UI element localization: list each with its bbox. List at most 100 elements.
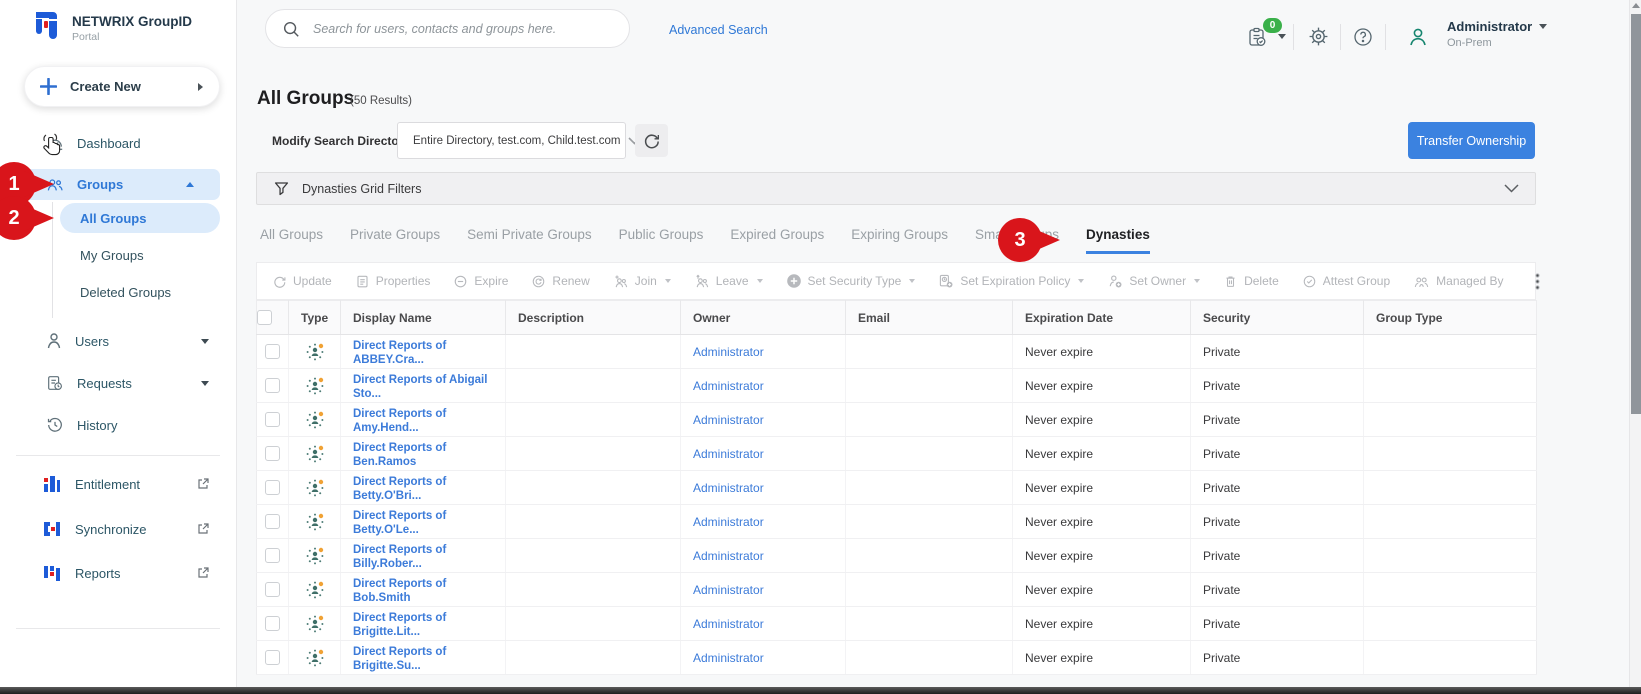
group-name-link[interactable]: Direct Reports of Billy.Rober...: [353, 544, 446, 570]
user-name: Administrator: [1447, 19, 1533, 34]
type-cell: [288, 470, 341, 505]
set-expiration-policy-button[interactable]: Set Expiration Policy: [938, 273, 1085, 289]
row-checkbox[interactable]: [265, 378, 280, 394]
tab-expired-groups[interactable]: Expired Groups: [730, 227, 824, 254]
owner-link[interactable]: Administrator: [693, 617, 764, 631]
row-checkbox[interactable]: [265, 548, 280, 564]
owner-cell: Administrator: [680, 504, 846, 539]
managed-by-button[interactable]: Managed By: [1413, 274, 1504, 289]
search-input[interactable]: [313, 21, 615, 36]
page-title: All Groups: [257, 88, 355, 109]
row-checkbox[interactable]: [265, 514, 280, 530]
row-checkbox[interactable]: [265, 582, 280, 598]
row-checkbox[interactable]: [265, 446, 280, 462]
delete-button[interactable]: Delete: [1223, 274, 1279, 289]
owner-link[interactable]: Administrator: [693, 447, 764, 461]
column-header[interactable]: Owner: [680, 300, 846, 335]
sidebar-item-dashboard[interactable]: Dashboard: [0, 131, 237, 155]
column-header[interactable]: Group Type: [1363, 300, 1537, 335]
cursor-hand-icon: [42, 133, 66, 159]
expiration-date-cell: Never expire: [1012, 538, 1191, 573]
group-name-link[interactable]: Direct Reports of Brigitte.Lit...: [353, 612, 446, 638]
tab-semi-private-groups[interactable]: Semi Private Groups: [467, 227, 592, 254]
tasks-icon[interactable]: 0: [1246, 18, 1282, 48]
column-header[interactable]: Display Name: [340, 300, 506, 335]
group-name-link[interactable]: Direct Reports of Abigail Sto...: [353, 374, 487, 400]
owner-link[interactable]: Administrator: [693, 583, 764, 597]
group-name-link[interactable]: Direct Reports of Amy.Hend...: [353, 408, 446, 434]
join-button[interactable]: Join: [613, 274, 671, 289]
set-security-type-button[interactable]: Set Security Type: [786, 273, 916, 289]
row-checkbox[interactable]: [265, 616, 280, 632]
set-owner-button[interactable]: Set Owner: [1107, 273, 1201, 289]
column-header[interactable]: Type: [288, 300, 341, 335]
attest-group-button[interactable]: Attest Group: [1302, 274, 1390, 289]
leave-button[interactable]: Leave: [694, 274, 763, 289]
column-header[interactable]: Description: [505, 300, 681, 335]
sidebar-item-all-groups[interactable]: All Groups: [60, 203, 220, 233]
user-icon[interactable]: [1408, 26, 1428, 48]
vertical-scrollbar[interactable]: [1629, 0, 1641, 687]
row-checkbox[interactable]: [265, 344, 280, 360]
scrollbar-thumb[interactable]: [1631, 14, 1641, 414]
expire-button[interactable]: Expire: [453, 274, 508, 289]
table-row: Direct Reports of ABBEY.Cra... Administr…: [256, 334, 1537, 369]
brand-logo[interactable]: NETWRIX GroupID Portal: [34, 11, 192, 43]
group-name-link[interactable]: Direct Reports of Brigitte.Su...: [353, 646, 446, 672]
help-icon[interactable]: [1353, 27, 1373, 47]
owner-link[interactable]: Administrator: [693, 379, 764, 393]
sidebar-item-label: Synchronize: [75, 521, 147, 537]
refresh-button[interactable]: [635, 124, 668, 157]
group-name-link[interactable]: Direct Reports of Bob.Smith: [353, 578, 446, 604]
renew-button[interactable]: Renew: [531, 274, 590, 289]
sidebar-item-my-groups[interactable]: My Groups: [60, 243, 220, 267]
row-checkbox[interactable]: [265, 480, 280, 496]
create-new-button[interactable]: Create New: [24, 66, 220, 107]
grid-filters-bar[interactable]: Dynasties Grid Filters: [256, 172, 1536, 205]
owner-link[interactable]: Administrator: [693, 481, 764, 495]
topbar-divider: [1385, 24, 1386, 50]
group-name-link[interactable]: Direct Reports of ABBEY.Cra...: [353, 340, 446, 366]
group-name-link[interactable]: Direct Reports of Betty.O'Bri...: [353, 476, 446, 502]
column-header[interactable]: Security: [1190, 300, 1364, 335]
update-button[interactable]: Update: [272, 274, 332, 289]
annotation-marker-3: 3: [998, 218, 1042, 262]
tab-private-groups[interactable]: Private Groups: [350, 227, 440, 254]
group-name-link[interactable]: Direct Reports of Betty.O'Le...: [353, 510, 446, 536]
advanced-search-link[interactable]: Advanced Search: [669, 23, 768, 37]
table-row: Direct Reports of Amy.Hend... Administra…: [256, 402, 1537, 437]
user-menu[interactable]: Administrator On-Prem: [1447, 19, 1548, 49]
dynasty-group-icon: [289, 511, 340, 533]
owner-link[interactable]: Administrator: [693, 651, 764, 665]
properties-button[interactable]: Properties: [355, 274, 430, 289]
transfer-ownership-button[interactable]: Transfer Ownership: [1408, 122, 1535, 159]
owner-link[interactable]: Administrator: [693, 413, 764, 427]
column-header[interactable]: Email: [845, 300, 1013, 335]
security-cell: Private: [1190, 402, 1364, 437]
tab-public-groups[interactable]: Public Groups: [619, 227, 704, 254]
group-name-link[interactable]: Direct Reports of Ben.Ramos: [353, 442, 446, 468]
search-icon: [282, 20, 300, 38]
row-checkbox[interactable]: [265, 412, 280, 428]
sidebar-item-deleted-groups[interactable]: Deleted Groups: [60, 280, 220, 304]
gear-icon[interactable]: [1308, 26, 1329, 47]
select-all-checkbox[interactable]: [257, 310, 272, 326]
column-header[interactable]: Expiration Date: [1012, 300, 1191, 335]
tab-all-groups[interactable]: All Groups: [260, 227, 323, 254]
scroll-up-arrow-icon[interactable]: [1632, 3, 1640, 8]
directory-select[interactable]: Entire Directory, test.com, Child.test.c…: [397, 122, 642, 159]
sidebar-item-requests[interactable]: Requests: [0, 371, 237, 395]
owner-link[interactable]: Administrator: [693, 345, 764, 359]
row-checkbox[interactable]: [265, 650, 280, 666]
sidebar-item-reports[interactable]: Reports: [0, 561, 237, 585]
sidebar-item-synchronize[interactable]: Synchronize: [0, 517, 237, 541]
caret-down-icon[interactable]: [1278, 34, 1286, 39]
tab-expiring-groups[interactable]: Expiring Groups: [851, 227, 948, 254]
sidebar-item-history[interactable]: History: [0, 413, 237, 437]
tab-dynasties[interactable]: Dynasties: [1086, 227, 1150, 254]
owner-link[interactable]: Administrator: [693, 549, 764, 563]
sidebar-item-entitlement[interactable]: Entitlement: [0, 472, 237, 496]
sidebar-item-users[interactable]: Users: [0, 329, 237, 353]
more-actions-button[interactable]: [1534, 272, 1540, 290]
owner-link[interactable]: Administrator: [693, 515, 764, 529]
